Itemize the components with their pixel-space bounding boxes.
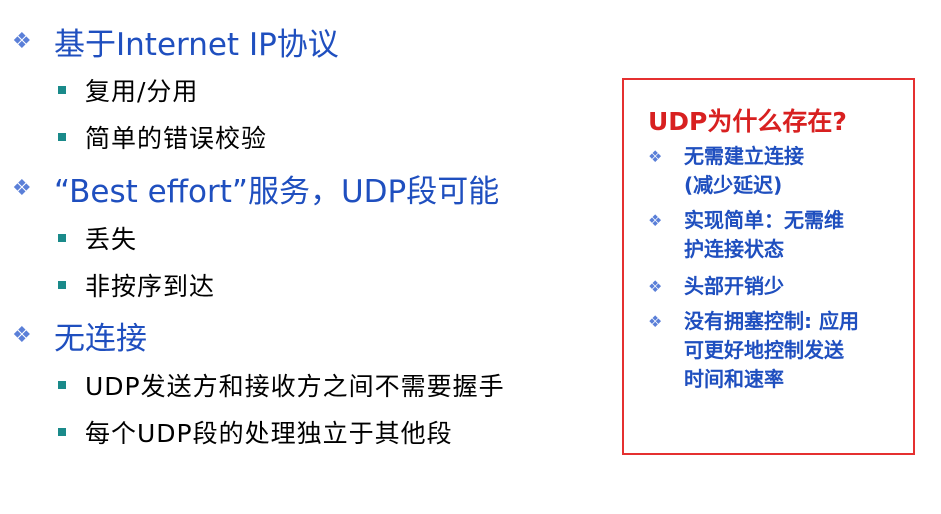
square-bullet-icon bbox=[58, 281, 66, 289]
callout-title: UDP为什么存在? bbox=[648, 107, 847, 136]
sub-bullet-text: UDP发送方和接收方之间不需要握手 bbox=[85, 372, 505, 401]
sub-bullet-text: 每个UDP段的处理独立于其他段 bbox=[85, 419, 453, 448]
why-udp-callout: UDP为什么存在? ❖ 无需建立连接 (减少延迟) ❖ 实现简单：无需维 护连接… bbox=[622, 78, 915, 455]
callout-item-line: 没有拥塞控制: 应用 bbox=[684, 309, 859, 333]
bullet-text: 无连接 bbox=[54, 320, 147, 357]
bullet-connectionless: ❖ 无连接 bbox=[12, 314, 147, 357]
callout-item-line: 护连接状态 bbox=[684, 237, 784, 261]
callout-item-line: 实现简单：无需维 bbox=[684, 208, 844, 232]
callout-item-simple: ❖ 实现简单：无需维 护连接状态 bbox=[648, 206, 908, 264]
sub-bullet-text: 简单的错误校验 bbox=[85, 124, 268, 153]
four-diamond-icon: ❖ bbox=[648, 277, 663, 296]
square-bullet-icon bbox=[58, 133, 66, 141]
sub-bullet-no-handshake: UDP发送方和接收方之间不需要握手 bbox=[58, 368, 505, 402]
callout-item-line: 时间和速率 bbox=[684, 367, 784, 391]
bullet-text: “Best effort”服务，UDP段可能 bbox=[54, 173, 500, 210]
callout-item-line: (减少延迟) bbox=[684, 173, 783, 197]
bullet-internet-ip: ❖ 基于Internet IP协议 bbox=[12, 20, 339, 63]
callout-item-small-header: ❖ 头部开销少 bbox=[648, 272, 908, 301]
slide: ❖ 基于Internet IP协议 复用/分用 简单的错误校验 ❖ “Best … bbox=[0, 0, 941, 514]
bullet-best-effort: ❖ “Best effort”服务，UDP段可能 bbox=[12, 167, 500, 210]
four-diamond-icon: ❖ bbox=[12, 175, 32, 201]
sub-bullet-text: 非按序到达 bbox=[85, 272, 216, 301]
sub-bullet-out-of-order: 非按序到达 bbox=[58, 268, 215, 302]
four-diamond-icon: ❖ bbox=[648, 147, 663, 166]
four-diamond-icon: ❖ bbox=[648, 211, 663, 230]
square-bullet-icon bbox=[58, 234, 66, 242]
sub-bullet-text: 复用/分用 bbox=[85, 77, 199, 106]
sub-bullet-text: 丢失 bbox=[85, 225, 138, 254]
bullet-text: 基于Internet IP协议 bbox=[54, 26, 339, 63]
square-bullet-icon bbox=[58, 428, 66, 436]
sub-bullet-lost: 丢失 bbox=[58, 221, 137, 255]
four-diamond-icon: ❖ bbox=[12, 28, 32, 54]
square-bullet-icon bbox=[58, 86, 66, 94]
callout-item-no-setup: ❖ 无需建立连接 (减少延迟) bbox=[648, 142, 908, 200]
callout-item-line: 头部开销少 bbox=[684, 274, 784, 298]
callout-item-line: 可更好地控制发送 bbox=[684, 338, 844, 362]
sub-bullet-independent: 每个UDP段的处理独立于其他段 bbox=[58, 415, 453, 449]
four-diamond-icon: ❖ bbox=[12, 322, 32, 348]
square-bullet-icon bbox=[58, 381, 66, 389]
sub-bullet-mux-demux: 复用/分用 bbox=[58, 73, 198, 107]
four-diamond-icon: ❖ bbox=[648, 312, 663, 331]
callout-item-no-congestion-control: ❖ 没有拥塞控制: 应用 可更好地控制发送 时间和速率 bbox=[648, 307, 908, 394]
callout-item-line: 无需建立连接 bbox=[684, 144, 804, 168]
sub-bullet-error-check: 简单的错误校验 bbox=[58, 120, 267, 154]
